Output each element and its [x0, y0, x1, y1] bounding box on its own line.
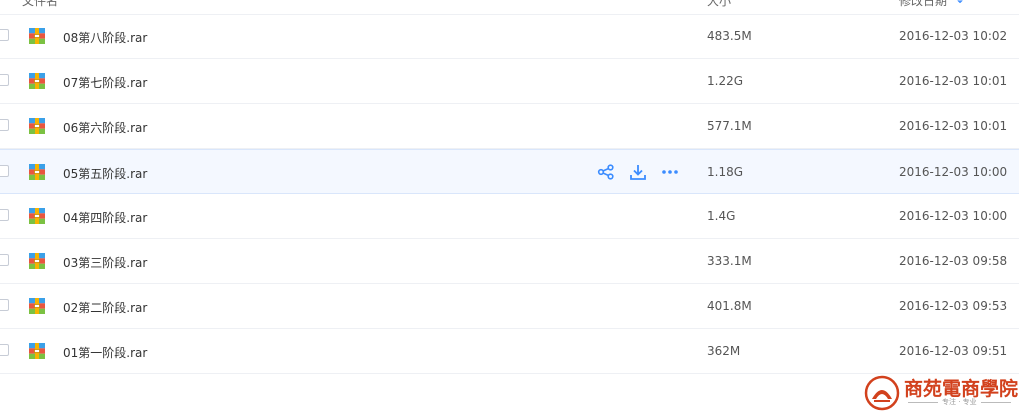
file-modified-date: 2016-12-03 10:02	[899, 29, 1008, 43]
row-checkbox[interactable]	[0, 29, 9, 41]
file-size: 333.1M	[707, 254, 752, 268]
file-row[interactable]: 04第四阶段.rar 1.4G 2016-12-03 10:00	[0, 194, 1019, 239]
file-row[interactable]: 02第二阶段.rar 401.8M 2016-12-03 09:53	[0, 284, 1019, 329]
download-icon[interactable]	[629, 163, 647, 181]
rar-archive-icon	[28, 207, 46, 225]
row-checkbox[interactable]	[0, 119, 9, 131]
file-size: 483.5M	[707, 29, 752, 43]
file-modified-date: 2016-12-03 10:01	[899, 119, 1008, 133]
file-modified-date: 2016-12-03 09:58	[899, 254, 1008, 268]
row-checkbox[interactable]	[0, 299, 9, 311]
file-name[interactable]: 03第三阶段.rar	[63, 254, 147, 271]
file-name[interactable]: 04第四阶段.rar	[63, 209, 147, 226]
column-header-name[interactable]: 文件名	[22, 0, 58, 9]
file-modified-date: 2016-12-03 10:00	[899, 165, 1008, 179]
file-row[interactable]: 08第八阶段.rar 483.5M 2016-12-03 10:02	[0, 14, 1019, 59]
row-checkbox[interactable]	[0, 254, 9, 266]
row-checkbox[interactable]	[0, 74, 9, 86]
file-size: 1.18G	[707, 165, 744, 179]
file-modified-date: 2016-12-03 10:00	[899, 209, 1008, 223]
rar-archive-icon	[28, 252, 46, 270]
file-size: 1.4G	[707, 209, 736, 223]
row-checkbox[interactable]	[0, 209, 9, 221]
file-name[interactable]: 06第六阶段.rar	[63, 119, 147, 136]
file-name[interactable]: 05第五阶段.rar	[63, 165, 147, 182]
row-checkbox[interactable]	[0, 165, 9, 177]
file-size: 1.22G	[707, 74, 744, 88]
file-name[interactable]: 07第七阶段.rar	[63, 74, 147, 91]
logo-emblem-icon	[864, 375, 900, 411]
column-header-date[interactable]: 修改日期	[899, 0, 947, 9]
rar-archive-icon	[28, 27, 46, 45]
file-list: 08第八阶段.rar 483.5M 2016-12-03 10:02 07第七阶段.…	[0, 14, 1019, 374]
file-row[interactable]: 07第七阶段.rar 1.22G 2016-12-03 10:01	[0, 59, 1019, 104]
rar-archive-icon	[28, 297, 46, 315]
file-row[interactable]: 06第六阶段.rar 577.1M 2016-12-03 10:01	[0, 104, 1019, 149]
file-size: 401.8M	[707, 299, 752, 313]
rar-archive-icon	[28, 342, 46, 360]
rar-archive-icon	[28, 72, 46, 90]
file-row[interactable]: 03第三阶段.rar 333.1M 2016-12-03 09:58	[0, 239, 1019, 284]
file-size: 577.1M	[707, 119, 752, 133]
file-size: 362M	[707, 344, 741, 358]
file-modified-date: 2016-12-03 10:01	[899, 74, 1008, 88]
file-name[interactable]: 08第八阶段.rar	[63, 29, 147, 46]
file-name[interactable]: 02第二阶段.rar	[63, 299, 147, 316]
watermark-logo: 商苑電商學院 专注 · 专业	[864, 373, 1018, 413]
share-icon[interactable]	[597, 163, 615, 181]
more-icon[interactable]	[661, 163, 679, 181]
watermark-subtitle: 专注 · 专业	[904, 397, 1012, 407]
file-modified-date: 2016-12-03 09:53	[899, 299, 1008, 313]
row-checkbox[interactable]	[0, 344, 9, 356]
file-modified-date: 2016-12-03 09:51	[899, 344, 1008, 358]
rar-archive-icon	[28, 117, 46, 135]
file-row[interactable]: 05第五阶段.rar 1.18G 2016-12-03 10:00	[0, 149, 1019, 194]
file-row[interactable]: 01第一阶段.rar 362M 2016-12-03 09:51	[0, 329, 1019, 374]
file-list-header: 文件名 大小 修改日期 ↓	[0, 0, 1019, 15]
sort-arrow-icon[interactable]: ↓	[955, 0, 965, 6]
column-header-size[interactable]: 大小	[707, 0, 731, 9]
file-name[interactable]: 01第一阶段.rar	[63, 344, 147, 361]
rar-archive-icon	[28, 163, 46, 181]
